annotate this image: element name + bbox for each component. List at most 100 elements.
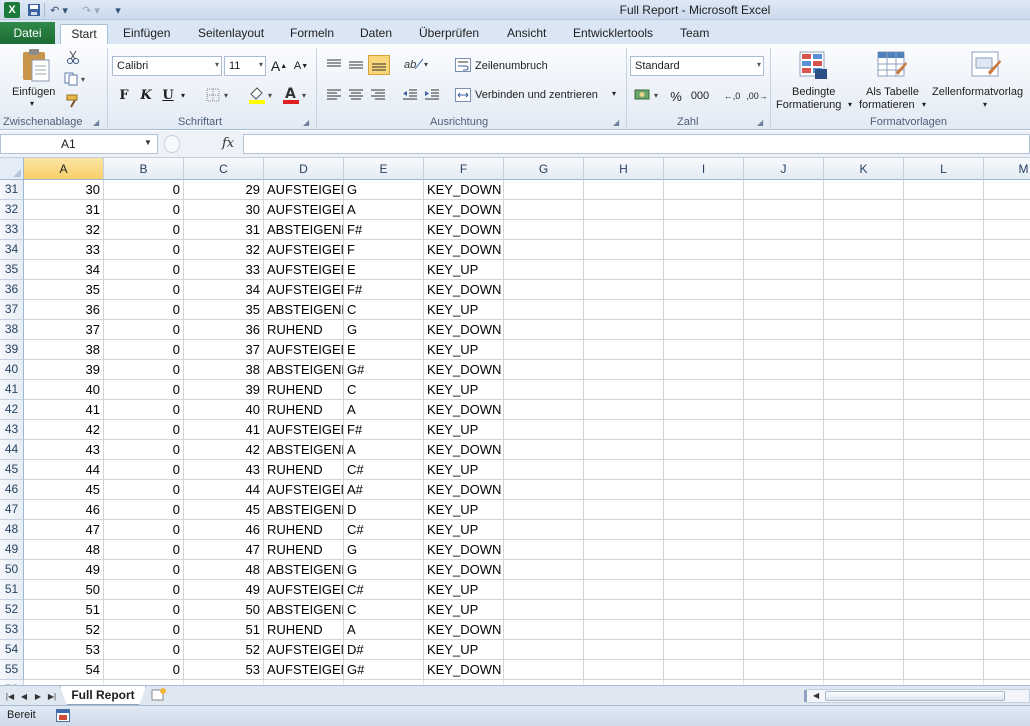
cell-m[interactable]	[984, 320, 1030, 340]
cell-h[interactable]	[584, 500, 664, 520]
cell-m[interactable]	[984, 600, 1030, 620]
align-right-icon[interactable]	[370, 88, 386, 105]
cell-h[interactable]	[584, 260, 664, 280]
alignment-dialog-launcher-icon[interactable]: ◢	[613, 118, 619, 127]
tab-ueberpruefen[interactable]: Überprüfen	[419, 24, 479, 44]
insert-function-icon[interactable]: fx	[222, 136, 234, 151]
cell-e[interactable]: G	[344, 320, 424, 340]
cell-m[interactable]	[984, 460, 1030, 480]
cell-h[interactable]	[584, 340, 664, 360]
cell-d[interactable]: AUFSTEIGEN	[264, 260, 344, 280]
row-header[interactable]: 45	[0, 460, 24, 480]
tab-datei[interactable]: Datei	[0, 22, 55, 44]
cell-b[interactable]: 0	[104, 500, 184, 520]
cell-m[interactable]	[984, 440, 1030, 460]
cell-k[interactable]	[824, 460, 904, 480]
cell-m[interactable]	[984, 380, 1030, 400]
cell-e[interactable]: F#	[344, 420, 424, 440]
cell-i[interactable]	[664, 660, 744, 680]
row-header[interactable]: 41	[0, 380, 24, 400]
column-header-g[interactable]: G	[504, 158, 584, 180]
row-header[interactable]: 44	[0, 440, 24, 460]
increase-decimal-button[interactable]: ←,0	[721, 88, 743, 104]
scrollbar-thumb[interactable]	[825, 691, 1005, 701]
cell-c[interactable]: 38	[184, 360, 264, 380]
cell-f[interactable]: KEY_UP	[424, 260, 504, 280]
cell-k[interactable]	[824, 480, 904, 500]
thousands-button[interactable]: 000	[689, 88, 711, 104]
cell-styles-dropdown-icon[interactable]: ▾	[983, 100, 987, 109]
cell-c[interactable]: 53	[184, 660, 264, 680]
grow-font-button[interactable]: A ▲	[270, 56, 288, 76]
cell-m[interactable]	[984, 340, 1030, 360]
cell-g[interactable]	[504, 340, 584, 360]
cell-c[interactable]: 46	[184, 520, 264, 540]
cell-f[interactable]: KEY_DOWN	[424, 240, 504, 260]
cell-c[interactable]: 41	[184, 420, 264, 440]
cell-k[interactable]	[824, 200, 904, 220]
cell-e[interactable]: D	[344, 500, 424, 520]
cell-g[interactable]	[504, 560, 584, 580]
cell-k[interactable]	[824, 260, 904, 280]
row-header[interactable]: 46	[0, 480, 24, 500]
cell-l[interactable]	[904, 600, 984, 620]
cell-j[interactable]	[744, 420, 824, 440]
cell-j[interactable]	[744, 320, 824, 340]
cell-g[interactable]	[504, 440, 584, 460]
cell-b[interactable]: 0	[104, 580, 184, 600]
cell-j[interactable]	[744, 640, 824, 660]
cell-i[interactable]	[664, 200, 744, 220]
cut-icon[interactable]	[66, 50, 80, 67]
cell-g[interactable]	[504, 380, 584, 400]
number-format-combo[interactable]: Standard ▾	[630, 56, 764, 76]
cell-j[interactable]	[744, 200, 824, 220]
cell-l[interactable]	[904, 380, 984, 400]
cell-e[interactable]: G	[344, 540, 424, 560]
merge-center-button[interactable]: Verbinden und zentrieren	[475, 89, 598, 101]
cell-k[interactable]	[824, 340, 904, 360]
column-header-e[interactable]: E	[344, 158, 424, 180]
cell-k[interactable]	[824, 420, 904, 440]
cell-j[interactable]	[744, 440, 824, 460]
cell-e[interactable]: A	[344, 440, 424, 460]
cell-l[interactable]	[904, 220, 984, 240]
row-header[interactable]: 47	[0, 500, 24, 520]
format-as-table-dropdown-icon[interactable]: ▾	[922, 100, 926, 109]
italic-button[interactable]: K	[138, 86, 154, 104]
cell-l[interactable]	[904, 360, 984, 380]
cell-l[interactable]	[904, 500, 984, 520]
cell-m[interactable]	[984, 660, 1030, 680]
cell-d[interactable]: AUFSTEIGEN	[264, 180, 344, 200]
cell-j[interactable]	[744, 540, 824, 560]
cell-h[interactable]	[584, 520, 664, 540]
tab-formeln[interactable]: Formeln	[290, 24, 334, 44]
cell-k[interactable]	[824, 440, 904, 460]
cell-h[interactable]	[584, 640, 664, 660]
cell-i[interactable]	[664, 400, 744, 420]
cell-i[interactable]	[664, 620, 744, 640]
cell-h[interactable]	[584, 200, 664, 220]
cell-i[interactable]	[664, 360, 744, 380]
cell-i[interactable]	[664, 560, 744, 580]
font-dialog-launcher-icon[interactable]: ◢	[303, 118, 309, 127]
row-header[interactable]: 35	[0, 260, 24, 280]
tab-ansicht[interactable]: Ansicht	[507, 24, 546, 44]
cell-k[interactable]	[824, 500, 904, 520]
row-header[interactable]: 42	[0, 400, 24, 420]
column-header-c[interactable]: C	[184, 158, 264, 180]
cell-b[interactable]: 0	[104, 460, 184, 480]
cell-h[interactable]	[584, 460, 664, 480]
cell-l[interactable]	[904, 440, 984, 460]
cell-a[interactable]: 41	[24, 400, 104, 420]
cell-m[interactable]	[984, 300, 1030, 320]
cell-l[interactable]	[904, 460, 984, 480]
cell-d[interactable]: AUFSTEIGEN	[264, 200, 344, 220]
cell-f[interactable]: KEY_DOWN	[424, 320, 504, 340]
cell-f[interactable]: KEY_DOWN	[424, 400, 504, 420]
cell-d[interactable]: AUFSTEIGEN	[264, 660, 344, 680]
column-header-f[interactable]: F	[424, 158, 504, 180]
cell-l[interactable]	[904, 320, 984, 340]
cell-k[interactable]	[824, 600, 904, 620]
cell-g[interactable]	[504, 360, 584, 380]
cell-i[interactable]	[664, 440, 744, 460]
